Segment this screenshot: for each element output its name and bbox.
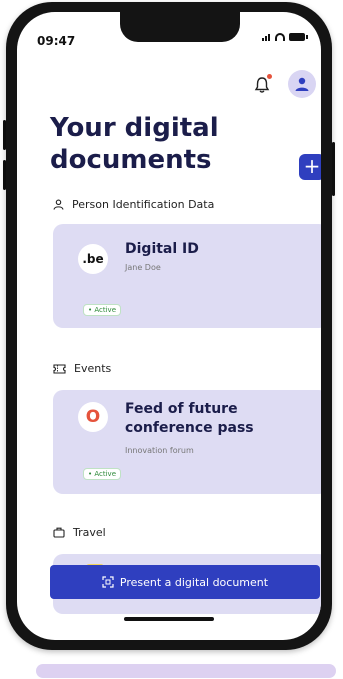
card-title: Feed of future conference pass (125, 401, 254, 436)
volume-down-button (3, 160, 6, 190)
signal-icon (262, 33, 271, 41)
present-button-label: Present a digital document (119, 575, 269, 589)
battery-icon (289, 33, 308, 41)
person-icon (53, 199, 64, 210)
profile-avatar[interactable] (288, 70, 316, 98)
card-digital-id[interactable]: .be Digital ID Jane Doe • Active (53, 224, 321, 328)
section-label: Travel (73, 526, 106, 539)
suitcase-icon (53, 527, 65, 538)
be-logo: .be (78, 244, 108, 274)
present-document-button[interactable]: Present a digital document (50, 565, 320, 599)
section-events: Events (53, 362, 111, 375)
ticket-icon (53, 363, 66, 374)
phone-screen: 09:47 Your digital documents + Person Id… (17, 12, 321, 640)
volume-up-button (3, 120, 6, 150)
add-document-button[interactable]: + (299, 154, 321, 180)
card-subtitle: Jane Doe (125, 263, 161, 272)
notification-bell-icon[interactable] (254, 74, 272, 94)
card-title: Digital ID (125, 241, 199, 257)
card-subtitle: Innovation forum (125, 446, 194, 455)
status-time: 09:47 (37, 34, 76, 48)
section-person-identification: Person Identification Data (53, 198, 214, 211)
section-travel: Travel (53, 526, 106, 539)
qr-code-icon (102, 576, 114, 588)
notification-dot (267, 74, 272, 79)
section-label: Events (74, 362, 112, 375)
notch (120, 12, 240, 42)
page-title: Your digital documents (50, 113, 219, 175)
status-icons (262, 33, 308, 41)
user-icon (295, 77, 309, 91)
wifi-icon (275, 33, 285, 41)
status-badge: • Active (83, 468, 122, 480)
section-label: Person Identification Data (72, 198, 215, 211)
power-button (332, 142, 335, 196)
status-badge: • Active (83, 304, 122, 316)
device-shadow-bar (36, 664, 336, 678)
card-conference-pass[interactable]: O Feed of future conference pass Innovat… (53, 390, 321, 494)
home-indicator[interactable] (124, 617, 214, 621)
logo-text: O (85, 407, 101, 427)
phone-frame: 09:47 Your digital documents + Person Id… (3, 2, 335, 650)
logo-text: .be (82, 252, 104, 266)
conference-logo: O (78, 402, 108, 432)
